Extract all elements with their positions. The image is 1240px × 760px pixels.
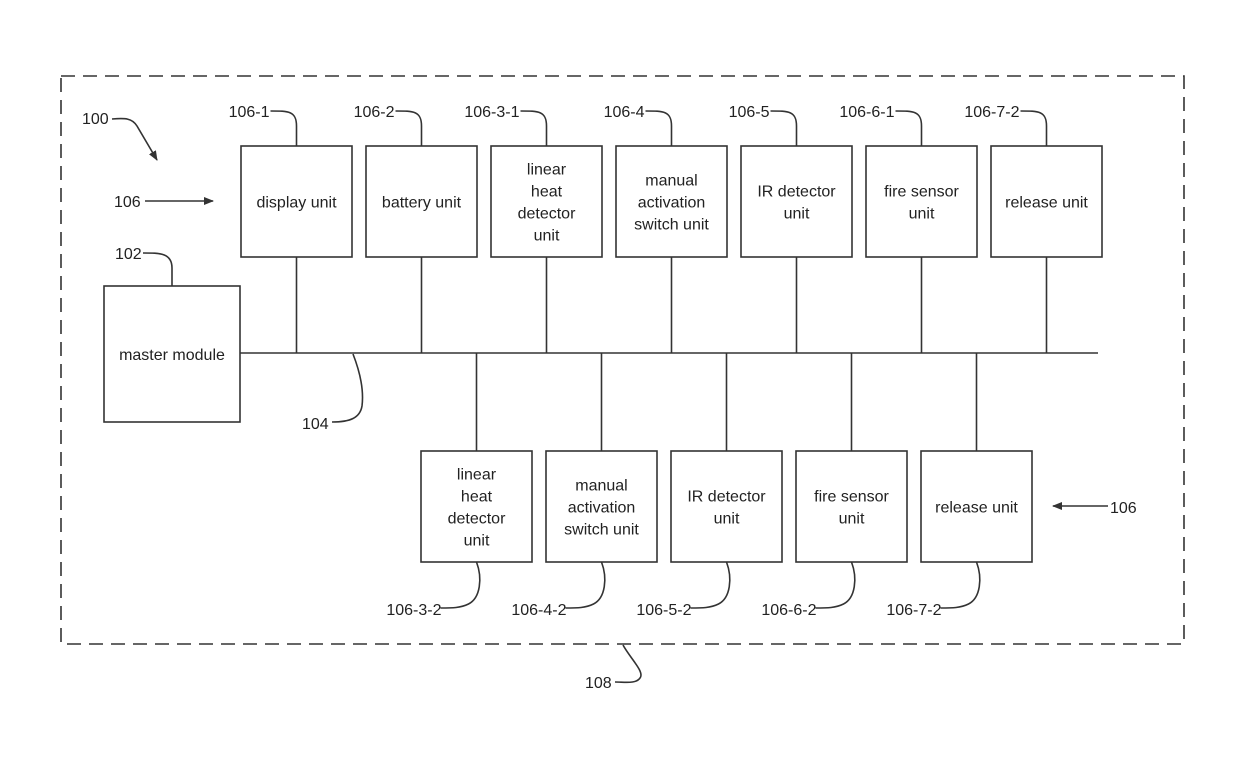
top-unit-row: 106-1display unit106-2battery unit106-3-… <box>229 104 1103 353</box>
unit-label-line: unit <box>909 206 935 223</box>
unit-label-line: heat <box>461 489 493 506</box>
enclosure-leader-line <box>614 644 642 684</box>
unit-label-line: manual <box>575 478 627 495</box>
bottom-unit-row: 106-3-2 linear heat detector unit 106-4-2 manu… <box>386 353 1033 619</box>
unit-display-unit: 106-1 display unit <box>229 104 353 353</box>
unit-release-unit-2: 106-7-2 release unit <box>886 353 1033 619</box>
unit-label-line: fire sensor <box>884 184 959 201</box>
unit-label-line: activation <box>568 500 636 517</box>
unit-fire-sensor-unit: 106-6-1 fire sensor unit <box>839 104 978 353</box>
ref-leader-line <box>690 561 731 609</box>
bus-ref-label: 104 <box>302 416 329 433</box>
unit-group-ref-label-top: 106 <box>114 194 141 211</box>
system-ref-arrow <box>111 117 158 161</box>
unit-box <box>670 450 783 563</box>
ref-leader-line <box>565 561 606 609</box>
unit-label-line: release unit <box>935 500 1018 517</box>
unit-label-line: battery unit <box>382 195 462 212</box>
unit-ref-label: 106-5-2 <box>636 602 691 619</box>
unit-label-line: detector <box>448 511 506 528</box>
unit-label-line: release unit <box>1005 195 1088 212</box>
unit-ref-label: 106-4-2 <box>511 602 566 619</box>
unit-ref-label: 106-2 <box>354 104 395 121</box>
unit-box <box>740 145 853 258</box>
unit-fire-sensor-unit-2: 106-6-2 fire sensor unit <box>761 353 908 619</box>
ref-leader-line <box>520 110 548 146</box>
unit-ref-label: 106-6-2 <box>761 602 816 619</box>
bus-leader-line <box>331 353 364 423</box>
unit-label-line: linear <box>527 162 567 179</box>
ref-leader-line <box>440 561 481 609</box>
enclosure-ref-label: 108 <box>585 675 612 692</box>
unit-ref-label: 106-3-2 <box>386 602 441 619</box>
unit-group-ref-label-bottom: 106 <box>1110 500 1137 517</box>
unit-ref-label: 106-3-1 <box>464 104 519 121</box>
unit-label-line: heat <box>531 184 563 201</box>
unit-label-line: IR detector <box>687 489 766 506</box>
ref-leader-line <box>895 110 923 146</box>
ref-leader-line <box>940 561 981 609</box>
unit-box <box>795 450 908 563</box>
unit-label-line: switch unit <box>634 217 709 234</box>
master-module-label: master module <box>119 347 225 364</box>
unit-label-line: display unit <box>256 195 337 212</box>
unit-label-line: fire sensor <box>814 489 889 506</box>
unit-release-unit: 106-7-2 release unit <box>964 104 1103 353</box>
ref-leader-line <box>395 110 423 146</box>
system-ref-label: 100 <box>82 111 109 128</box>
unit-box <box>865 145 978 258</box>
unit-ref-label: 106-5 <box>729 104 770 121</box>
unit-label-line: unit <box>714 511 740 528</box>
unit-label-line: switch unit <box>564 522 639 539</box>
unit-ref-label: 106-6-1 <box>839 104 894 121</box>
master-leader-line <box>142 252 173 286</box>
unit-ir-detector-unit: 106-5 IR detector unit <box>729 104 853 353</box>
unit-linear-heat-detector-unit-2: 106-3-2 linear heat detector unit <box>386 353 533 619</box>
unit-label-line: detector <box>518 206 576 223</box>
unit-label-line: manual <box>645 173 697 190</box>
ref-leader-line <box>270 110 298 146</box>
ref-leader-line <box>770 110 798 146</box>
unit-label-line: unit <box>534 228 560 245</box>
ref-leader-line <box>645 110 673 146</box>
unit-label-line: unit <box>464 533 490 550</box>
unit-ref-label: 106-4 <box>604 104 645 121</box>
unit-manual-activation-switch-unit-2: 106-4-2 manual activation switch unit <box>511 353 658 619</box>
unit-ref-label: 106-7-2 <box>964 104 1019 121</box>
unit-label-line: unit <box>839 511 865 528</box>
unit-battery-unit: 106-2 battery unit <box>354 104 478 353</box>
unit-ref-label: 106-1 <box>229 104 270 121</box>
unit-ir-detector-unit-2: 106-5-2 IR detector unit <box>636 353 783 619</box>
unit-label-line: linear <box>457 467 497 484</box>
unit-label-line: IR detector <box>757 184 836 201</box>
ref-leader-line <box>1020 110 1048 146</box>
unit-label-line: unit <box>784 206 810 223</box>
ref-leader-line <box>815 561 856 609</box>
system-block-diagram: 108 100 106 106 102 master module 104 10… <box>60 75 1185 692</box>
master-ref-label: 102 <box>115 246 142 263</box>
unit-ref-label: 106-7-2 <box>886 602 941 619</box>
unit-label-line: activation <box>638 195 706 212</box>
unit-manual-activation-switch-unit: 106-4 manual activation switch unit <box>604 104 728 353</box>
unit-linear-heat-detector-unit: 106-3-1 linear heat detector unit <box>464 104 603 353</box>
